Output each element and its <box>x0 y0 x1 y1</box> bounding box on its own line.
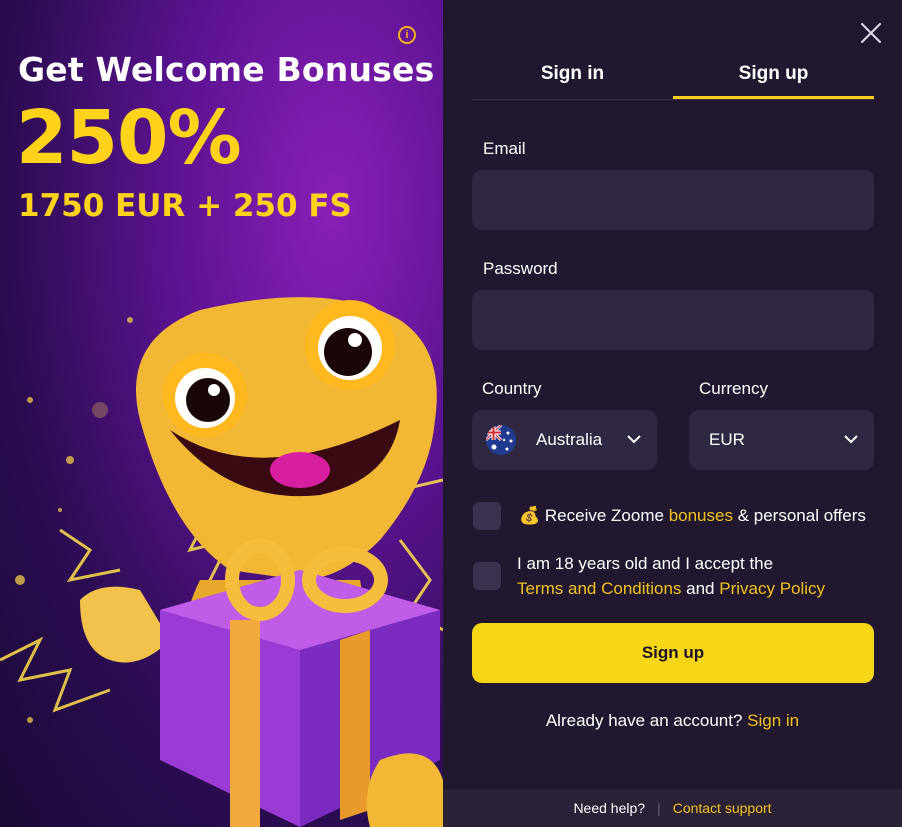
money-bag-icon: 💰 <box>519 506 541 525</box>
country-select[interactable]: Australia <box>472 410 657 470</box>
need-help-text: Need help? <box>573 800 646 816</box>
info-icon[interactable]: i <box>398 26 416 44</box>
email-label: Email <box>483 139 526 158</box>
tab-sign-in[interactable]: Sign in <box>472 55 673 99</box>
promo-percent: 250% <box>16 95 242 181</box>
footer: Need help? | Contact support <box>443 789 902 827</box>
email-field[interactable] <box>472 170 874 230</box>
promo-panel: Get Welcome Bonuses 250% 1750 EUR + 250 … <box>0 0 443 827</box>
terms-checkbox[interactable] <box>473 562 501 590</box>
close-icon[interactable] <box>860 22 882 44</box>
terms-link[interactable]: Terms and Conditions <box>517 579 681 598</box>
auth-tabs: Sign in Sign up <box>472 55 874 100</box>
terms-check-text: I am 18 years old and I accept the Terms… <box>517 554 826 598</box>
contact-support-link[interactable]: Contact support <box>673 800 772 816</box>
sign-in-link[interactable]: Sign in <box>747 711 799 730</box>
promo-title: Get Welcome Bonuses <box>18 50 435 89</box>
chevron-down-icon <box>627 435 641 444</box>
bonuses-link[interactable]: bonuses <box>669 506 733 525</box>
password-field[interactable] <box>472 290 874 350</box>
currency-label: Currency <box>699 379 768 398</box>
privacy-link[interactable]: Privacy Policy <box>719 579 825 598</box>
sign-up-button[interactable]: Sign up <box>472 623 874 683</box>
bonus-check-text: 💰 Receive Zoome bonuses & personal offer… <box>519 506 866 525</box>
currency-value: EUR <box>709 430 745 449</box>
footer-separator: | <box>657 800 661 816</box>
chevron-down-icon <box>844 435 858 444</box>
australia-flag-icon <box>486 425 516 455</box>
promo-amount: 1750 EUR + 250 FS <box>18 188 352 224</box>
currency-select[interactable]: EUR <box>689 410 874 470</box>
tab-sign-up[interactable]: Sign up <box>673 55 874 99</box>
mascot-illustration <box>0 297 443 827</box>
signup-form-panel: Sign in Sign up Email Password Country A… <box>443 0 902 827</box>
already-account-text: Already have an account? Sign in <box>545 711 800 730</box>
bonus-checkbox[interactable] <box>473 502 501 530</box>
country-value: Australia <box>536 430 603 449</box>
country-label: Country <box>482 379 542 398</box>
password-label: Password <box>483 259 558 278</box>
